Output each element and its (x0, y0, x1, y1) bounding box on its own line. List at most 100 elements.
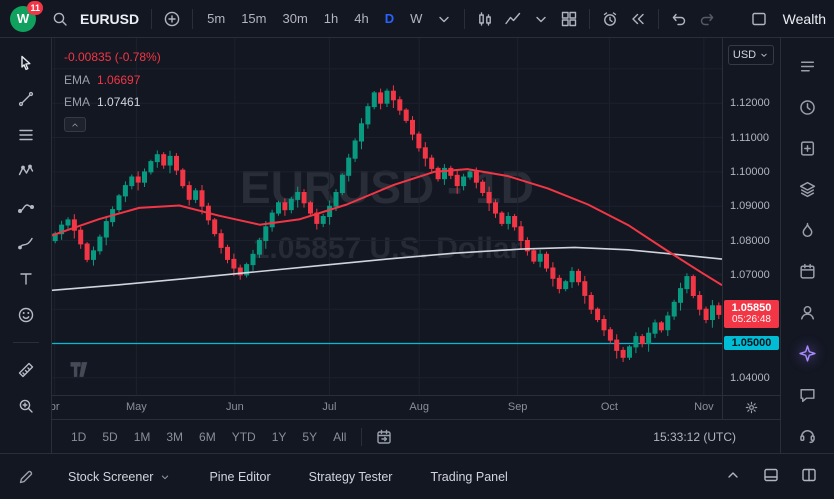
timeframe-w[interactable]: W (402, 7, 430, 30)
indicator-row[interactable]: EMA1.06697 (64, 73, 161, 87)
chevron-up-button[interactable] (724, 466, 742, 487)
replay-button[interactable] (624, 6, 652, 32)
sidebar-ai-tools[interactable] (794, 339, 822, 367)
range-1y[interactable]: 1Y (265, 426, 294, 448)
legend-collapse-button[interactable] (64, 117, 86, 132)
headset-icon (798, 426, 817, 445)
plus-circle-icon (163, 10, 181, 28)
tab-pine-editor[interactable]: Pine Editor (209, 470, 270, 484)
layout-grid-button[interactable] (555, 6, 583, 32)
range-6m[interactable]: 6M (192, 426, 223, 448)
chart-style-button[interactable] (499, 6, 527, 32)
symbol-name[interactable]: EURUSD (74, 7, 145, 31)
pattern-icon (17, 162, 35, 180)
tradingview-logo[interactable] (66, 361, 92, 383)
timeframe-d[interactable]: D (377, 7, 402, 30)
indicator-value: 1.07461 (97, 95, 140, 109)
undo-button[interactable] (665, 6, 693, 32)
undo-icon (670, 10, 688, 28)
currency-label: USD (733, 49, 756, 61)
tool-trendline[interactable] (11, 84, 41, 114)
tab-strategy-tester[interactable]: Strategy Tester (309, 470, 393, 484)
tool-fib[interactable] (11, 120, 41, 150)
panel-restore-button[interactable] (762, 466, 780, 487)
main-area: EURUSD - 1D 1.05857 U.S. Dollar -0.00835… (0, 38, 834, 453)
tool-ruler[interactable] (11, 355, 41, 385)
range-ytd[interactable]: YTD (225, 426, 263, 448)
separator (13, 342, 39, 343)
range-3m[interactable]: 3M (159, 426, 190, 448)
chart-style-menu-button[interactable] (527, 6, 555, 32)
level-price-label: 1.05000 (724, 336, 779, 350)
timeframe-1h[interactable]: 1h (316, 7, 346, 30)
tool-pattern[interactable] (11, 156, 41, 186)
clock-utc[interactable]: 15:33:12 (UTC) (653, 430, 736, 444)
sidebar-alerts[interactable] (794, 93, 822, 121)
sidebar-layers[interactable] (794, 175, 822, 203)
range-5y[interactable]: 5Y (295, 426, 324, 448)
range-all[interactable]: All (326, 426, 353, 448)
timeframe-menu-button[interactable] (430, 6, 458, 32)
sidebar-community[interactable] (794, 298, 822, 326)
fullscreen-button[interactable] (745, 6, 773, 32)
alert-button[interactable] (596, 6, 624, 32)
sidebar-calendar[interactable] (794, 257, 822, 285)
timeframe-15m[interactable]: 15m (233, 7, 274, 30)
chevron-down-icon (532, 10, 550, 28)
timeframe-4h[interactable]: 4h (346, 7, 376, 30)
month-label: May (126, 401, 147, 413)
sidebar-journal[interactable] (794, 134, 822, 162)
chevron-down-icon (435, 10, 453, 28)
tool-emoji[interactable] (11, 300, 41, 330)
sidebar-support[interactable] (794, 421, 822, 449)
range-1d[interactable]: 1D (64, 426, 93, 448)
tool-cursor[interactable] (11, 48, 41, 78)
quick-edit-button[interactable] (0, 454, 52, 499)
calendar-icon (798, 262, 817, 281)
currency-dropdown[interactable]: USD (728, 45, 774, 65)
chart-style-icon (504, 10, 522, 28)
timeframe-30m[interactable]: 30m (274, 7, 315, 30)
go-to-date-button[interactable] (370, 424, 398, 450)
tab-stock-screener[interactable]: Stock Screener (68, 470, 171, 484)
tool-zoom[interactable] (11, 391, 41, 421)
price-axis[interactable]: USD 1.120001.110001.100001.090001.080001… (722, 38, 780, 395)
tool-text[interactable] (11, 264, 41, 294)
ai-star-icon (798, 344, 817, 363)
range-5d[interactable]: 5D (95, 426, 124, 448)
tool-brush[interactable] (11, 228, 41, 258)
cursor-icon (17, 54, 35, 72)
timeframe-5m[interactable]: 5m (199, 7, 233, 30)
drawing-toolbar (0, 38, 52, 453)
bottom-tabs: Stock Screener Pine Editor Strategy Tester… (68, 470, 508, 484)
range-1m[interactable]: 1M (127, 426, 158, 448)
text-icon (17, 270, 35, 288)
chart-type-candles-button[interactable] (471, 6, 499, 32)
rewind-icon (629, 10, 647, 28)
journal-icon (798, 139, 817, 158)
tab-label: Strategy Tester (309, 470, 393, 484)
redo-button[interactable] (693, 6, 721, 32)
price-tick: 1.07000 (730, 269, 770, 281)
chart-settings-button[interactable] (722, 396, 780, 419)
tab-trading-panel[interactable]: Trading Panel (430, 470, 507, 484)
last-price-label: 1.05850 05:26:48 (724, 300, 779, 328)
sidebar-chat[interactable] (794, 380, 822, 408)
time-axis[interactable]: prMayJunJulAugSepOctNov (52, 396, 722, 419)
sidebar-hotlists[interactable] (794, 216, 822, 244)
emoji-icon (17, 306, 35, 324)
forecast-icon (17, 198, 35, 216)
indicator-row[interactable]: EMA1.07461 (64, 95, 161, 109)
panel-grid-button[interactable] (800, 466, 818, 487)
tab-label: Pine Editor (209, 470, 270, 484)
symbol-search-button[interactable] (46, 6, 74, 32)
chart-area: EURUSD - 1D 1.05857 U.S. Dollar -0.00835… (52, 38, 780, 395)
trading-app: W 11 EURUSD 5m15m30m1h4hDW Wealth EURUSD… (0, 0, 834, 499)
add-symbol-button[interactable] (158, 6, 186, 32)
app-logo[interactable]: W 11 (10, 6, 36, 32)
tool-forecast[interactable] (11, 192, 41, 222)
sidebar-watchlist[interactable] (794, 52, 822, 80)
layers-icon (798, 180, 817, 199)
fib-icon (17, 126, 35, 144)
right-sidebar (780, 38, 834, 453)
